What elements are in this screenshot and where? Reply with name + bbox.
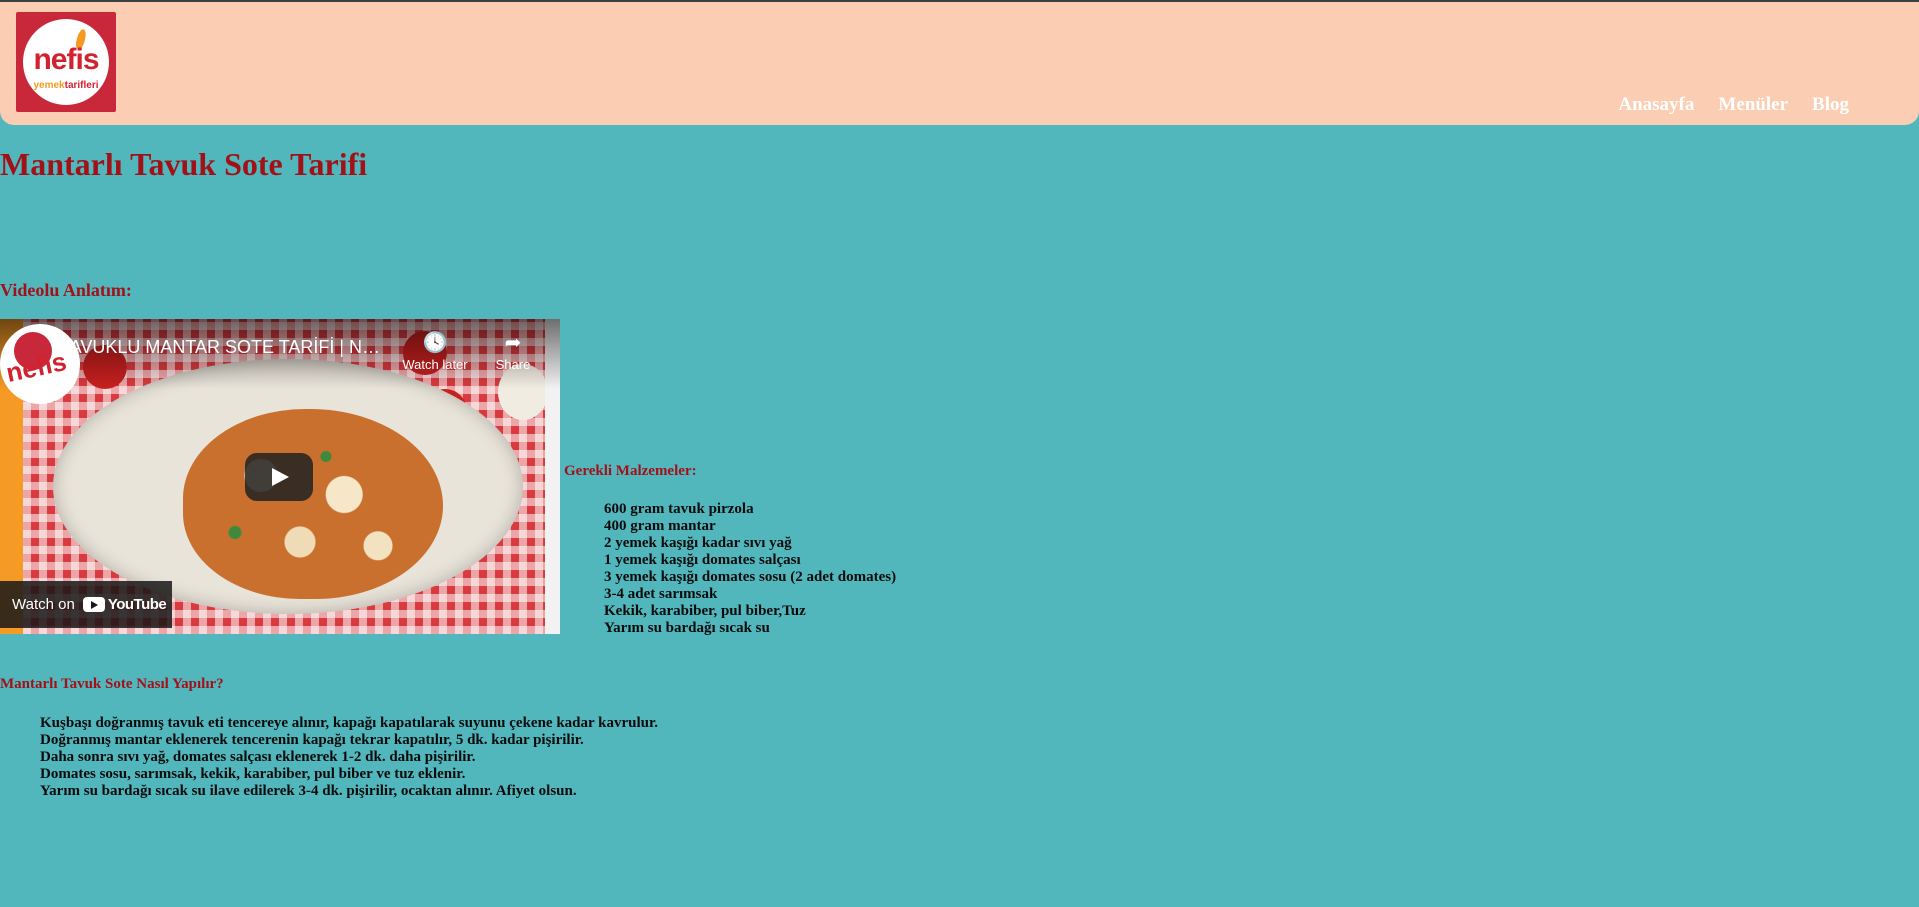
play-button[interactable] [245, 453, 313, 501]
site-header: nefis yemektarifleri Anasayfa Menüler Bl… [0, 2, 1919, 125]
share-label: Share [495, 357, 531, 372]
logo-wordmark: nefis [33, 43, 99, 76]
clock-icon: 🕓 [422, 332, 448, 354]
step-item: Daha sonra sıvı yağ, domates salçası ekl… [40, 749, 476, 765]
ingredients-label: Gerekli Malzemeler: [564, 463, 697, 479]
watch-later-label: Watch later [402, 357, 468, 372]
watch-on-label: Watch on [12, 596, 75, 613]
logo-tagline-a: yemek [33, 80, 65, 91]
youtube-play-icon [82, 597, 105, 612]
page-title: Mantarlı Tavuk Sote Tarifi [0, 146, 368, 182]
nav-anasayfa[interactable]: Anasayfa [1618, 94, 1694, 116]
step-item: Doğranmış mantar eklenerek tencerenin ka… [40, 732, 584, 748]
main-nav: Anasayfa Menüler Blog [1618, 94, 1849, 116]
nav-menuler[interactable]: Menüler [1718, 94, 1788, 116]
logo-circle: nefis yemektarifleri [23, 19, 109, 105]
ingredient-item: 600 gram tavuk pirzola [604, 501, 754, 517]
share-icon: ➦ [504, 332, 522, 354]
video-title[interactable]: TAVUKLU MANTAR SOTE TARİFİ | NASIL YAPIL… [60, 337, 390, 358]
step-item: Yarım su bardağı sıcak su ilave edilerek… [40, 783, 577, 799]
nav-blog[interactable]: Blog [1812, 94, 1849, 116]
steps-label: Mantarlı Tavuk Sote Nasıl Yapılır? [0, 676, 224, 692]
steps-list: Kuşbaşı doğranmış tavuk eti tencereye al… [40, 715, 658, 800]
youtube-logo: YouTube [82, 596, 167, 613]
watch-later-button[interactable]: 🕓 Watch later [390, 331, 480, 372]
watch-on-youtube-button[interactable]: Watch on YouTube [0, 581, 172, 628]
site-logo[interactable]: nefis yemektarifleri [16, 12, 116, 112]
video-section-label: Videolu Anlatım: [0, 280, 132, 300]
step-item: Domates sosu, sarımsak, kekik, karabiber… [40, 766, 466, 782]
step-item: Kuşbaşı doğranmış tavuk eti tencereye al… [40, 715, 659, 731]
dish [183, 409, 443, 599]
ingredient-item: Kekik, karabiber, pul biber,Tuz [604, 603, 806, 619]
logo-tagline-b: tarifleri [64, 80, 99, 91]
share-button[interactable]: ➦ Share [468, 331, 558, 372]
ingredients-list: 600 gram tavuk pirzola 400 gram mantar 2… [604, 501, 896, 637]
youtube-wordmark: YouTube [107, 596, 167, 613]
logo-tagline: yemektarifleri [23, 80, 109, 91]
ingredient-item: 3 yemek kaşığı domates sosu (2 adet doma… [604, 569, 897, 585]
ingredient-item: 1 yemek kaşığı domates salçası [604, 552, 801, 568]
channel-avatar[interactable]: nefis [0, 324, 80, 404]
youtube-embed[interactable]: nefis TAVUKLU MANTAR SOTE TARİFİ | NASIL… [0, 319, 560, 634]
ingredient-item: 2 yemek kaşığı kadar sıvı yağ [604, 535, 792, 551]
ingredient-item: 400 gram mantar [604, 518, 716, 534]
ingredient-item: Yarım su bardağı sıcak su [604, 620, 770, 636]
ingredient-item: 3-4 adet sarımsak [604, 586, 718, 602]
